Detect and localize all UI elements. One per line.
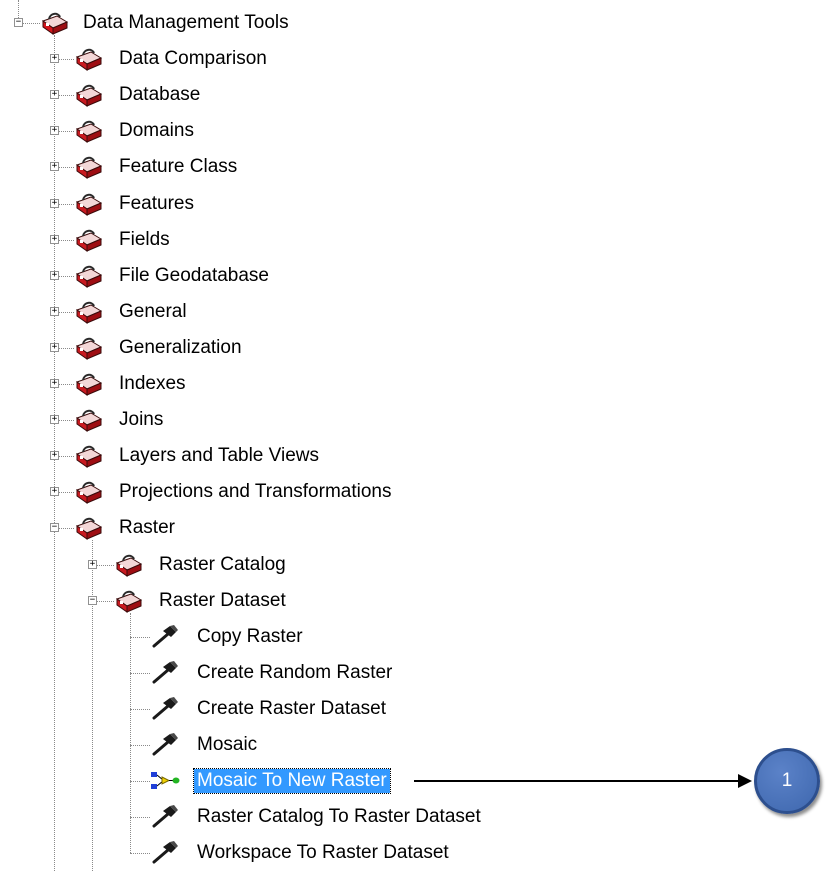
tool-create-raster-dataset[interactable]: Create Raster Dataset — [194, 697, 389, 721]
tree-connector — [130, 853, 150, 855]
callout-number-badge: 1 — [754, 748, 820, 815]
tree-connector — [59, 456, 74, 458]
tree-connector — [130, 672, 150, 674]
tree-connector — [92, 540, 93, 871]
tool-mosaic[interactable]: Mosaic — [194, 733, 260, 757]
tree-connector — [130, 708, 150, 710]
tree-connector — [18, 0, 19, 18]
toolset-layers-and-table-views[interactable]: Layers and Table Views — [116, 444, 322, 468]
toolset-feature-class[interactable]: Feature Class — [116, 155, 240, 179]
toolbox-icon — [40, 11, 70, 35]
hammer-icon — [150, 624, 180, 649]
callout-number: 1 — [781, 770, 793, 792]
toolbox-tree: − Data Management Tools + Data Comparison + D… — [0, 0, 827, 871]
toolset-toggle-raster-dataset[interactable]: − — [88, 595, 97, 605]
tree-connector — [130, 781, 150, 783]
tree-connector — [59, 239, 74, 241]
hammer-icon — [150, 660, 180, 685]
toolset-toggle-database[interactable]: + — [50, 90, 59, 100]
tool-workspace-to-raster-dataset[interactable]: Workspace To Raster Dataset — [194, 841, 452, 865]
tree-connector — [130, 745, 150, 746]
tree-connector — [59, 203, 74, 205]
toolset-raster-catalog[interactable]: Raster Catalog — [156, 553, 289, 577]
toolset-icon — [114, 553, 144, 577]
toolset-icon — [74, 264, 104, 288]
toolset-icon — [74, 47, 104, 72]
tree-connector — [59, 492, 74, 494]
tree-connector — [59, 528, 74, 530]
tree-connector — [59, 384, 74, 385]
toolset-icon — [74, 192, 104, 216]
toolset-data-comparison[interactable]: Data Comparison — [116, 47, 270, 71]
toolset-icon — [74, 119, 104, 144]
toolset-toggle-layers-and-table-views[interactable]: + — [50, 451, 59, 461]
toolset-toggle-features[interactable]: + — [50, 198, 59, 208]
toolset-icon — [74, 336, 104, 360]
tree-connector — [59, 59, 74, 61]
toolset-general[interactable]: General — [116, 300, 190, 324]
tree-connector — [59, 131, 74, 133]
toolset-icon — [74, 408, 104, 433]
root-collapse-toggle[interactable]: − — [14, 18, 23, 27]
toolset-toggle-fields[interactable]: + — [50, 234, 59, 244]
toolset-generalization[interactable]: Generalization — [116, 336, 245, 360]
toolset-icon — [74, 480, 104, 505]
tool-create-random-raster[interactable]: Create Random Raster — [194, 661, 395, 685]
callout-arrow-line — [414, 780, 739, 783]
toolset-database[interactable]: Database — [116, 83, 203, 107]
toolset-file-geodatabase[interactable]: File Geodatabase — [116, 264, 272, 288]
tree-connector — [59, 167, 74, 169]
toolset-toggle-raster-catalog[interactable]: + — [88, 559, 97, 569]
toolset-toggle-data-comparison[interactable]: + — [50, 54, 59, 64]
toolset-icon — [74, 444, 104, 469]
toolset-toggle-joins[interactable]: + — [50, 415, 59, 425]
toolset-toggle-file-geodatabase[interactable]: + — [50, 270, 59, 280]
toolset-indexes[interactable]: Indexes — [116, 372, 189, 396]
hammer-icon — [150, 841, 180, 865]
toolset-domains[interactable]: Domains — [116, 119, 197, 143]
tree-connector — [59, 311, 74, 313]
hammer-icon — [150, 696, 180, 721]
toolset-toggle-raster[interactable]: − — [50, 523, 59, 533]
tree-connector — [130, 636, 150, 638]
toolset-toggle-feature-class[interactable]: + — [50, 162, 59, 172]
toolset-icon — [74, 300, 104, 324]
toolset-raster-dataset[interactable]: Raster Dataset — [156, 589, 289, 613]
toolset-icon — [74, 516, 104, 541]
tree-connector — [59, 275, 74, 277]
toolset-toggle-indexes[interactable]: + — [50, 379, 59, 388]
toolset-toggle-generalization[interactable]: + — [50, 342, 59, 352]
toolset-fields[interactable]: Fields — [116, 228, 173, 252]
model-icon — [150, 769, 180, 793]
tool-raster-catalog-to-raster-dataset[interactable]: Raster Catalog To Raster Dataset — [194, 805, 484, 829]
toolset-icon — [74, 155, 104, 180]
callout-arrowhead — [738, 774, 752, 789]
tree-connector — [59, 420, 74, 422]
hammer-icon — [150, 805, 180, 829]
toolset-toggle-projections-and-transformations[interactable]: + — [50, 487, 59, 497]
tool-copy-raster[interactable]: Copy Raster — [194, 625, 306, 649]
toolset-icon — [74, 228, 104, 252]
toolset-projections-and-transformations[interactable]: Projections and Transformations — [116, 480, 394, 504]
tree-root-label[interactable]: Data Management Tools — [80, 11, 292, 35]
toolset-features[interactable]: Features — [116, 192, 197, 216]
toolset-toggle-general[interactable]: + — [50, 306, 59, 316]
tree-connector — [130, 817, 150, 819]
tree-connector — [59, 347, 74, 349]
tree-connector — [97, 564, 114, 566]
toolset-icon — [74, 372, 104, 396]
toolset-raster[interactable]: Raster — [116, 516, 178, 540]
toolset-toggle-domains[interactable]: + — [50, 126, 59, 136]
tool-mosaic-to-new-raster[interactable]: Mosaic To New Raster — [193, 768, 391, 795]
toolset-joins[interactable]: Joins — [116, 408, 166, 432]
tree-connector — [97, 600, 114, 602]
tree-connector — [23, 23, 40, 24]
tree-connector — [59, 95, 74, 97]
toolset-icon — [74, 83, 104, 108]
hammer-icon — [150, 733, 180, 757]
toolset-icon — [114, 589, 144, 613]
